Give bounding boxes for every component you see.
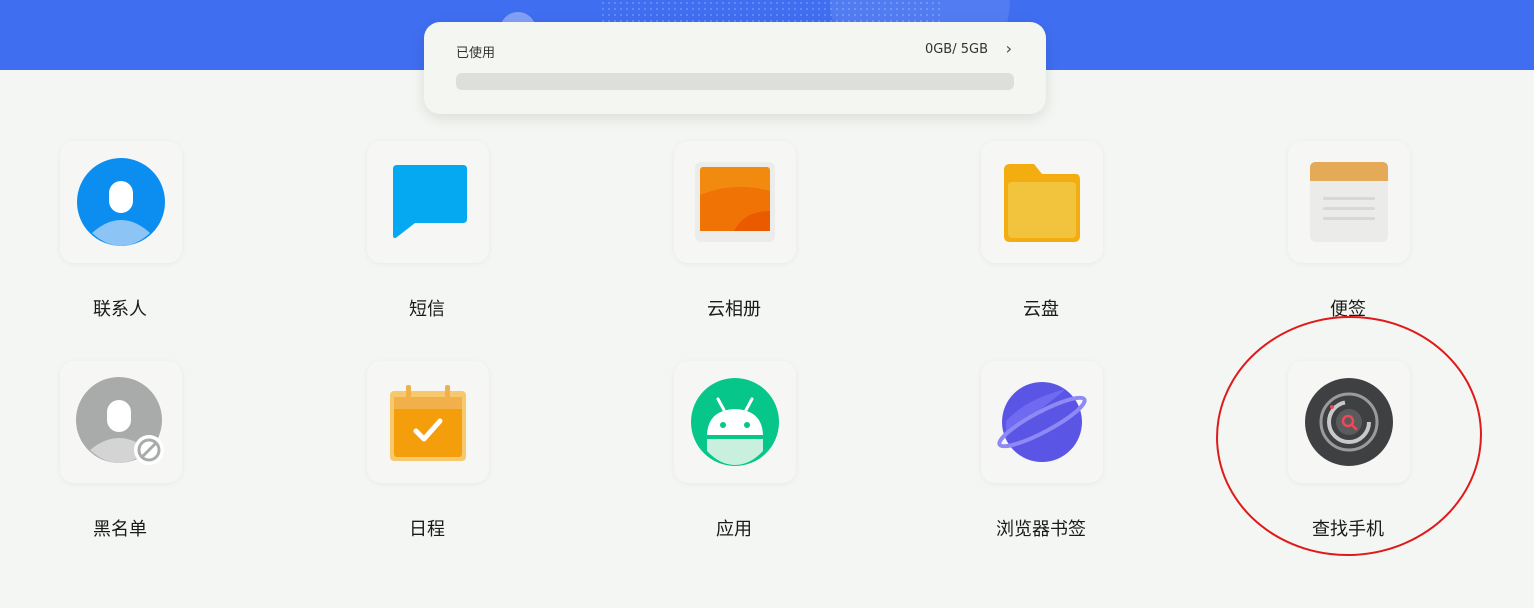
app-label: 查找手机: [1312, 519, 1384, 540]
calendar-icon: [367, 361, 489, 483]
folder-icon: [981, 141, 1103, 263]
app-label: 浏览器书签: [996, 519, 1086, 540]
app-tile-contacts[interactable]: 联系人: [40, 141, 200, 341]
android-icon: [674, 361, 796, 483]
chevron-right-icon[interactable]: ›: [1006, 39, 1012, 58]
cloud-album-icon: [674, 141, 796, 263]
app-tile-messages[interactable]: 短信: [347, 141, 507, 341]
app-tile-blacklist[interactable]: 黑名单: [40, 361, 200, 561]
storage-progress-bar: [456, 73, 1014, 90]
app-tile-notes[interactable]: 便签: [1268, 141, 1428, 341]
app-label: 短信: [409, 299, 445, 320]
app-tile-cloud-drive[interactable]: 云盘: [961, 141, 1121, 341]
banner-pattern: [600, 0, 940, 22]
app-tile-cloud-album[interactable]: 云相册: [654, 141, 814, 341]
message-icon: [367, 141, 489, 263]
app-label: 便签: [1330, 299, 1366, 320]
planet-icon: [981, 361, 1103, 483]
storage-used-label: 已使用: [456, 46, 496, 61]
app-label: 云相册: [707, 299, 761, 320]
app-tile-browser-bookmarks[interactable]: 浏览器书签: [961, 361, 1121, 561]
find-phone-icon: [1288, 361, 1410, 483]
notes-icon: [1288, 141, 1410, 263]
app-label: 联系人: [93, 299, 147, 320]
app-label: 应用: [716, 519, 752, 540]
storage-card[interactable]: 已使用 0GB/ 5GB ›: [424, 22, 1046, 114]
app-label: 日程: [409, 519, 445, 540]
blacklist-icon: [60, 361, 182, 483]
storage-usage-value: 0GB/ 5GB: [924, 42, 988, 57]
app-tile-apps[interactable]: 应用: [654, 361, 814, 561]
app-label: 云盘: [1023, 299, 1059, 320]
app-tile-find-phone[interactable]: 查找手机: [1268, 361, 1428, 561]
app-label: 黑名单: [93, 519, 147, 540]
contacts-icon: [60, 141, 182, 263]
app-tile-calendar[interactable]: 日程: [347, 361, 507, 561]
